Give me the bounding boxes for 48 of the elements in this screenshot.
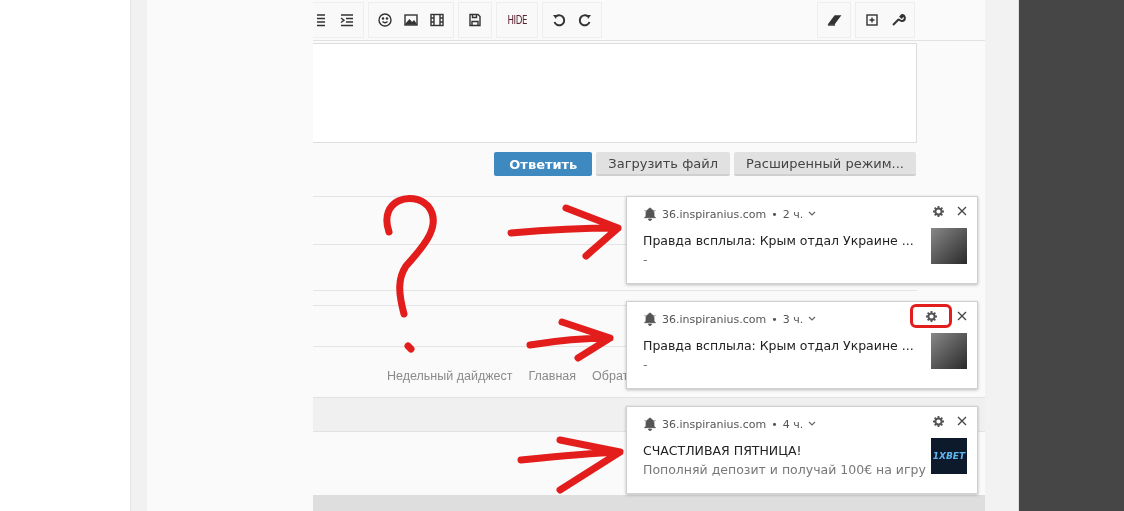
wrench-icon[interactable] bbox=[890, 12, 906, 28]
bell-icon bbox=[643, 312, 657, 326]
save-icon[interactable] bbox=[467, 12, 483, 28]
redo-icon[interactable] bbox=[577, 12, 594, 28]
notification-toast[interactable]: 36.inspiranius.com • 4 ч. СЧАСТЛИВАЯ ПЯТНИЦА! Пополняй депозит и получай 100€ на игру 1XBET bbox=[626, 406, 978, 494]
notification-body: Пополняй депозит и получай 100€ на игру bbox=[643, 462, 926, 477]
site-name: 36.inspiranius.com bbox=[662, 417, 767, 431]
chevron-down-icon[interactable] bbox=[808, 211, 817, 217]
notification-title: СЧАСТЛИВАЯ ПЯТНИЦА! bbox=[643, 443, 803, 458]
notification-body: - bbox=[643, 252, 649, 267]
site-name: 36.inspiranius.com bbox=[662, 207, 767, 221]
chevron-down-icon[interactable] bbox=[808, 316, 817, 322]
site-name: 36.inspiranius.com bbox=[662, 312, 767, 326]
notification-time: 3 ч. bbox=[782, 312, 804, 326]
notification-time: 2 ч. bbox=[782, 207, 804, 221]
notification-toast[interactable]: 36.inspiranius.com • 3 ч. Правда всплыла: Крым отдал Украине ... - bbox=[626, 301, 978, 389]
notification-time: 4 ч. bbox=[782, 417, 804, 431]
settings-button[interactable] bbox=[910, 304, 952, 328]
close-icon[interactable] bbox=[957, 206, 967, 216]
notification-body: - bbox=[643, 357, 649, 372]
action-button[interactable]: Загрузить файл bbox=[596, 152, 730, 176]
action-button[interactable]: Расширенный режим... bbox=[734, 152, 916, 176]
notification-toast[interactable]: 36.inspiranius.com • 2 ч. Правда всплыла: Крым отдал Украине ... - bbox=[626, 196, 978, 284]
photo-placeholder bbox=[931, 228, 967, 264]
bell-icon bbox=[643, 207, 657, 221]
smiley-icon[interactable] bbox=[377, 12, 393, 28]
separator-dot: • bbox=[771, 417, 778, 431]
settings-icon bbox=[932, 205, 944, 217]
bell-icon bbox=[643, 417, 657, 431]
hide-button[interactable]: HIDE bbox=[507, 13, 527, 27]
settings-icon bbox=[925, 310, 937, 322]
expand-box-icon[interactable] bbox=[864, 12, 880, 28]
film-icon[interactable] bbox=[429, 12, 445, 28]
separator-dot: • bbox=[771, 207, 778, 221]
photo-placeholder bbox=[931, 333, 967, 369]
image-icon[interactable] bbox=[403, 12, 419, 28]
settings-icon bbox=[932, 415, 944, 427]
notification-title: Правда всплыла: Крым отдал Украине ... bbox=[643, 338, 915, 353]
chevron-down-icon[interactable] bbox=[808, 421, 817, 427]
reply-button[interactable]: Ответить bbox=[494, 152, 593, 176]
eraser-icon[interactable] bbox=[826, 12, 842, 28]
undo-icon[interactable] bbox=[551, 12, 568, 28]
close-icon[interactable] bbox=[957, 311, 967, 321]
notification-title: Правда всплыла: Крым отдал Украине ... bbox=[643, 233, 915, 248]
indent-icon[interactable] bbox=[339, 12, 355, 28]
logo-image: 1XBET bbox=[931, 438, 967, 474]
close-icon[interactable] bbox=[957, 416, 967, 426]
separator-dot: • bbox=[771, 312, 778, 326]
